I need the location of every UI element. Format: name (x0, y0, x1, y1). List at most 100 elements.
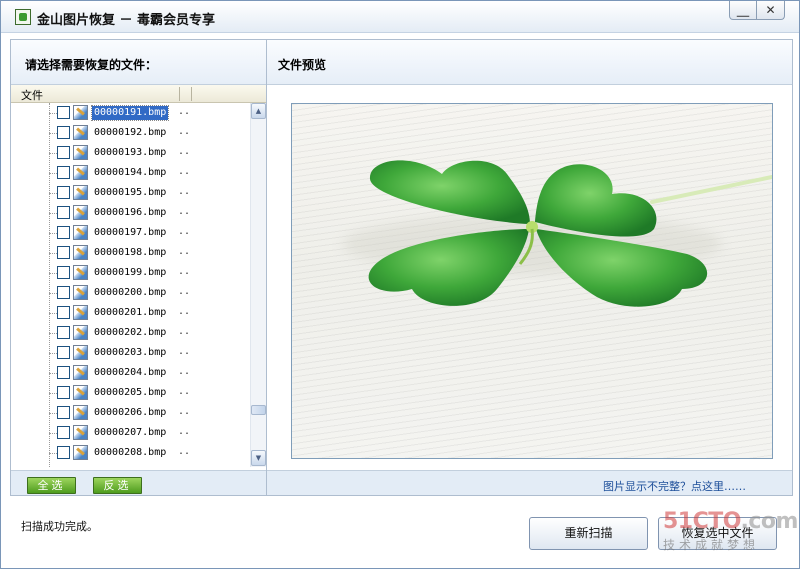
file-checkbox[interactable] (57, 226, 70, 239)
file-row[interactable]: 00000208.bmp.. (11, 443, 249, 463)
watermark-slogan: 技术成就梦想 (663, 538, 760, 552)
file-name[interactable]: 00000207.bmp (92, 426, 168, 440)
tree-connector (49, 113, 57, 114)
file-checkbox[interactable] (57, 126, 70, 139)
file-row[interactable]: 00000207.bmp.. (11, 423, 249, 443)
rescan-button[interactable]: 重新扫描 (529, 517, 648, 550)
tree-connector (49, 453, 57, 454)
file-checkbox[interactable] (57, 286, 70, 299)
file-checkbox[interactable] (57, 146, 70, 159)
file-column-label: 文件 (21, 89, 43, 102)
app-icon (15, 9, 31, 25)
file-name[interactable]: 00000196.bmp (92, 206, 168, 220)
file-checkbox[interactable] (57, 246, 70, 259)
file-extra-column: .. (178, 226, 191, 237)
file-row[interactable]: 00000206.bmp.. (11, 403, 249, 423)
tree-connector (49, 173, 57, 174)
file-row[interactable]: 00000195.bmp.. (11, 183, 249, 203)
file-name[interactable]: 00000199.bmp (92, 266, 168, 280)
file-name[interactable]: 00000198.bmp (92, 246, 168, 260)
file-name[interactable]: 00000204.bmp (92, 366, 168, 380)
window-title: 金山图片恢复 － 毒霸会员专享 (37, 13, 216, 28)
file-extra-column: .. (178, 146, 191, 157)
file-extra-column: .. (178, 206, 191, 217)
file-checkbox[interactable] (57, 406, 70, 419)
file-checkbox[interactable] (57, 186, 70, 199)
tree-connector (49, 413, 57, 414)
file-checkbox[interactable] (57, 426, 70, 439)
file-row[interactable]: 00000196.bmp.. (11, 203, 249, 223)
file-row[interactable]: 00000201.bmp.. (11, 303, 249, 323)
file-row[interactable]: 00000191.bmp.. (11, 103, 249, 123)
file-name[interactable]: 00000200.bmp (92, 286, 168, 300)
file-list-scrollbar[interactable]: ▲ ▼ (250, 103, 266, 467)
file-name[interactable]: 00000194.bmp (92, 166, 168, 180)
file-row[interactable]: 00000200.bmp.. (11, 283, 249, 303)
file-panel-footer: 全选 反选 (11, 470, 266, 495)
close-button[interactable]: ✕ (756, 1, 784, 19)
minimize-button[interactable]: ＿ (730, 1, 756, 19)
scroll-up-icon[interactable]: ▲ (251, 103, 266, 119)
file-row[interactable]: 00000203.bmp.. (11, 343, 249, 363)
file-name[interactable]: 00000201.bmp (92, 306, 168, 320)
tree-connector (49, 153, 57, 154)
file-name[interactable]: 00000195.bmp (92, 186, 168, 200)
file-name[interactable]: 00000205.bmp (92, 386, 168, 400)
file-checkbox[interactable] (57, 366, 70, 379)
file-row[interactable]: 00000198.bmp.. (11, 243, 249, 263)
watermark: 51CTO.com 技术成就梦想 (663, 509, 799, 553)
tree-connector (49, 353, 57, 354)
file-checkbox[interactable] (57, 306, 70, 319)
image-file-icon (73, 125, 88, 140)
file-row[interactable]: 00000205.bmp.. (11, 383, 249, 403)
image-file-icon (73, 365, 88, 380)
scroll-down-icon[interactable]: ▼ (251, 450, 266, 466)
file-extra-column: .. (178, 306, 191, 317)
preview-image (291, 103, 773, 459)
file-checkbox[interactable] (57, 206, 70, 219)
invert-selection-button[interactable]: 反选 (93, 477, 142, 494)
image-file-icon (73, 265, 88, 280)
file-checkbox[interactable] (57, 166, 70, 179)
file-name[interactable]: 00000193.bmp (92, 146, 168, 160)
image-file-icon (73, 325, 88, 340)
file-row[interactable]: 00000192.bmp.. (11, 123, 249, 143)
tree-connector (49, 293, 57, 294)
file-name[interactable]: 00000206.bmp (92, 406, 168, 420)
file-row[interactable]: 00000204.bmp.. (11, 363, 249, 383)
image-file-icon (73, 225, 88, 240)
file-name[interactable]: 00000192.bmp (92, 126, 168, 140)
file-checkbox[interactable] (57, 386, 70, 399)
file-name[interactable]: 00000191.bmp (90, 105, 170, 121)
file-checkbox[interactable] (57, 106, 70, 119)
file-extra-column: .. (178, 246, 191, 257)
file-checkbox[interactable] (57, 266, 70, 279)
scrollbar-thumb[interactable] (251, 405, 266, 415)
image-file-icon (73, 165, 88, 180)
main-window: 金山图片恢复 － 毒霸会员专享 ＿ ✕ 请选择需要恢复的文件： 文件 00000… (0, 0, 800, 569)
file-name[interactable]: 00000197.bmp (92, 226, 168, 240)
image-file-icon (73, 405, 88, 420)
image-file-icon (73, 245, 88, 260)
file-name[interactable]: 00000203.bmp (92, 346, 168, 360)
image-file-icon (73, 445, 88, 460)
select-all-button[interactable]: 全选 (27, 477, 76, 494)
file-row[interactable]: 00000193.bmp.. (11, 143, 249, 163)
tree-connector (49, 233, 57, 234)
incomplete-image-link[interactable]: 图片显示不完整？点这里…… (603, 478, 746, 494)
tree-connector (49, 313, 57, 314)
title-bar: 金山图片恢复 － 毒霸会员专享 ＿ ✕ (1, 1, 799, 33)
file-column-header[interactable]: 文件 (11, 85, 266, 103)
file-row[interactable]: 00000194.bmp.. (11, 163, 249, 183)
file-row[interactable]: 00000199.bmp.. (11, 263, 249, 283)
file-row[interactable]: 00000202.bmp.. (11, 323, 249, 343)
file-checkbox[interactable] (57, 446, 70, 459)
file-checkbox[interactable] (57, 346, 70, 359)
image-file-icon (73, 425, 88, 440)
file-extra-column: .. (178, 446, 191, 457)
file-name[interactable]: 00000208.bmp (92, 446, 168, 460)
file-name[interactable]: 00000202.bmp (92, 326, 168, 340)
watermark-logo-suffix: .com (740, 509, 799, 534)
file-checkbox[interactable] (57, 326, 70, 339)
file-row[interactable]: 00000197.bmp.. (11, 223, 249, 243)
